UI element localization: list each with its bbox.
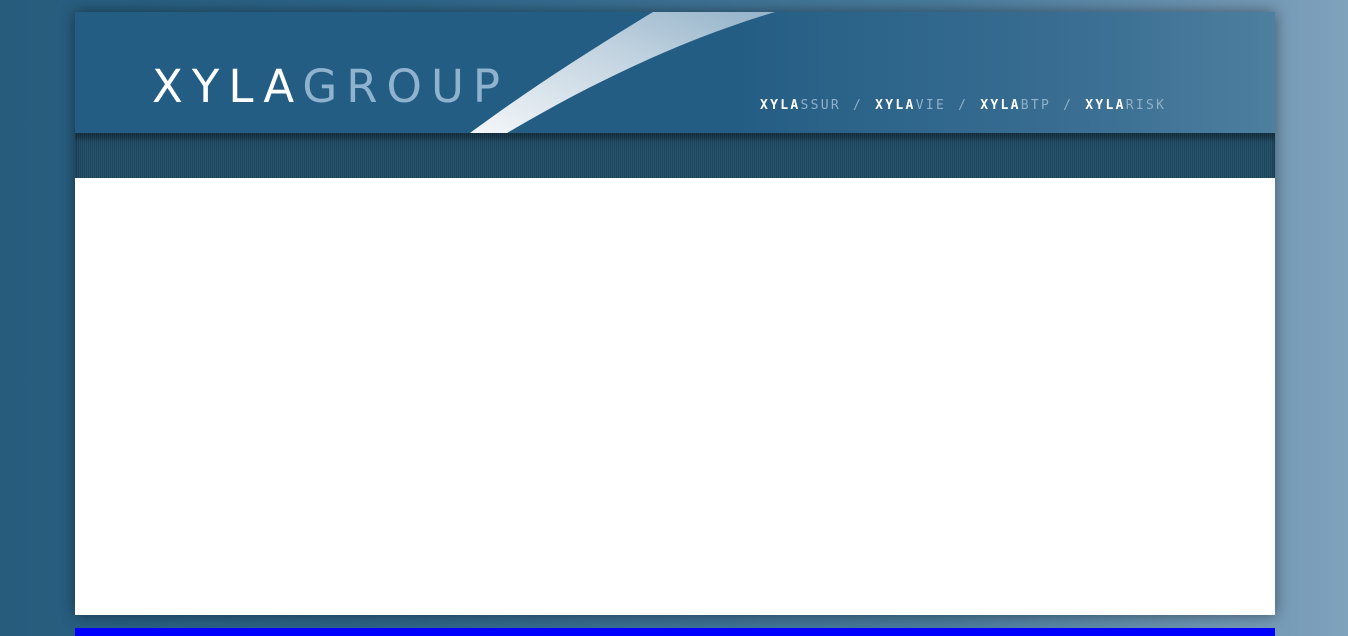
brand-suffix: SSUR — [800, 98, 842, 113]
brand-suffix: RISK — [1125, 98, 1167, 113]
brand-link-xylarisk[interactable]: XYLARISK — [1085, 98, 1166, 114]
brand-prefix: XYLA — [980, 98, 1021, 113]
navigation-bar — [75, 133, 1275, 178]
brand-suffix: VIE — [915, 98, 947, 113]
header-banner: XYLAGROUP XYLASSUR / XYLAVIE / XYLABTP /… — [75, 12, 1275, 133]
brand-prefix: XYLA — [875, 98, 916, 113]
brand-separator: / — [958, 98, 969, 113]
page-container: XYLAGROUP XYLASSUR / XYLAVIE / XYLABTP /… — [75, 12, 1275, 615]
site-logo[interactable]: XYLAGROUP — [152, 64, 509, 109]
brand-prefix: XYLA — [1085, 98, 1126, 113]
brand-prefix: XYLA — [760, 98, 801, 113]
logo-part-xyla: XYLA — [152, 60, 303, 113]
brand-suffix: BTP — [1020, 98, 1052, 113]
brand-separator: / — [1063, 98, 1074, 113]
brand-separator: / — [853, 98, 864, 113]
footer-bar — [75, 628, 1275, 636]
logo-part-group: GROUP — [302, 60, 510, 113]
main-content-area — [75, 178, 1275, 615]
brand-link-xylavie[interactable]: XYLAVIE — [875, 98, 946, 114]
brand-link-xylabtp[interactable]: XYLABTP — [980, 98, 1051, 114]
brand-link-xylassur[interactable]: XYLASSUR — [760, 98, 841, 114]
brand-nav: XYLASSUR / XYLAVIE / XYLABTP / XYLARISK — [760, 98, 1166, 114]
